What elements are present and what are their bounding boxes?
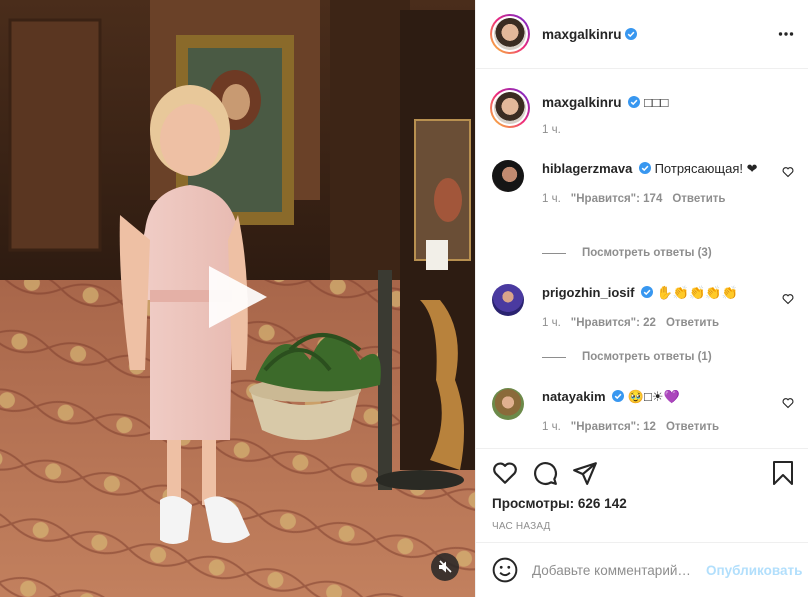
commenter-username[interactable]: hiblagerzmava	[542, 161, 632, 176]
comment-like-heart-icon[interactable]	[782, 166, 794, 178]
paper-plane-icon[interactable]	[572, 460, 598, 486]
replies-divider	[542, 356, 566, 358]
post-header: maxgalkinru	[476, 0, 808, 69]
verified-badge-icon	[638, 162, 651, 174]
publish-button[interactable]: Опубликовать	[706, 563, 802, 578]
play-button[interactable]	[201, 262, 271, 332]
mute-toggle-button[interactable]	[431, 553, 459, 581]
comment-item: prigozhin_iosif ✋👏👏👏👏 1 ч. "Нравится": 2…	[492, 284, 794, 332]
verified-badge-icon	[628, 96, 641, 108]
play-icon	[209, 266, 267, 328]
comment-input[interactable]	[532, 562, 698, 578]
view-replies-label: Посмотреть ответы (3)	[582, 247, 712, 259]
post-timestamp[interactable]: ЧАС НАЗАД	[476, 521, 808, 532]
heart-icon[interactable]	[492, 460, 518, 486]
comment-likes[interactable]: "Нравится": 174	[571, 190, 663, 208]
instagram-post: maxgalkinru maxgalkinru □□□ 1 ч. hiblage…	[0, 0, 808, 597]
comment-text: 🥹□☀💜	[627, 389, 680, 404]
comment-bubble-icon[interactable]	[532, 460, 558, 486]
post-actions: Просмотры: 626 142 ЧАС НАЗАД	[476, 448, 808, 532]
comment-item: natayakim 🥹□☀💜 1 ч. "Нравится": 12 Ответ…	[492, 388, 794, 436]
comment-likes[interactable]: "Нравится": 22	[571, 314, 656, 332]
views-value: 626 142	[577, 496, 627, 511]
add-comment-bar: Опубликовать	[476, 542, 808, 597]
caption-author-username[interactable]: maxgalkinru	[542, 95, 622, 110]
commenter-avatar[interactable]	[492, 284, 524, 316]
post-caption: maxgalkinru □□□ 1 ч.	[490, 88, 669, 136]
reply-button[interactable]: Ответить	[666, 418, 719, 436]
commenter-avatar[interactable]	[492, 160, 524, 192]
views-label: Просмотры:	[492, 496, 575, 511]
more-options-icon	[778, 32, 794, 36]
author-username[interactable]: maxgalkinru	[542, 27, 622, 42]
comment-like-heart-icon[interactable]	[782, 397, 794, 409]
view-replies-button[interactable]: Посмотреть ответы (1)	[542, 351, 712, 363]
more-options-button[interactable]	[778, 25, 794, 43]
verified-badge-icon	[624, 28, 637, 40]
comment-like-heart-icon[interactable]	[782, 293, 794, 305]
comment-text: Потрясающая! ❤	[654, 161, 758, 176]
smiley-icon[interactable]	[492, 557, 518, 583]
view-replies-label: Посмотреть ответы (1)	[582, 351, 712, 363]
comment-time[interactable]: 1 ч.	[542, 314, 561, 332]
bookmark-icon[interactable]	[771, 460, 795, 486]
commenter-avatar[interactable]	[492, 388, 524, 420]
author-avatar[interactable]	[490, 14, 530, 54]
comment-text: ✋👏👏👏👏	[656, 285, 738, 300]
commenter-username[interactable]: natayakim	[542, 389, 606, 404]
post-video[interactable]	[0, 0, 475, 597]
view-replies-button[interactable]: Посмотреть ответы (3)	[542, 247, 712, 259]
reply-button[interactable]: Ответить	[666, 314, 719, 332]
caption-text: □□□	[644, 95, 669, 110]
view-count: Просмотры: 626 142	[476, 496, 808, 511]
replies-divider	[542, 252, 566, 254]
comment-likes[interactable]: "Нравится": 12	[571, 418, 656, 436]
verified-badge-icon	[612, 390, 625, 402]
commenter-username[interactable]: prigozhin_iosif	[542, 285, 634, 300]
action-icons-row	[476, 449, 808, 497]
post-details-panel: maxgalkinru maxgalkinru □□□ 1 ч. hiblage…	[475, 0, 808, 597]
comment-item: hiblagerzmava Потрясающая! ❤ 1 ч. "Нрави…	[492, 160, 794, 208]
comment-time[interactable]: 1 ч.	[542, 190, 561, 208]
verified-badge-icon	[641, 286, 654, 298]
speaker-muted-icon	[439, 560, 452, 573]
comment-time[interactable]: 1 ч.	[542, 418, 561, 436]
reply-button[interactable]: Ответить	[672, 190, 725, 208]
comments-list[interactable]: maxgalkinru □□□ 1 ч. hiblagerzmava Потря…	[476, 70, 808, 448]
caption-time[interactable]: 1 ч.	[542, 124, 669, 136]
caption-author-avatar[interactable]	[490, 88, 530, 128]
